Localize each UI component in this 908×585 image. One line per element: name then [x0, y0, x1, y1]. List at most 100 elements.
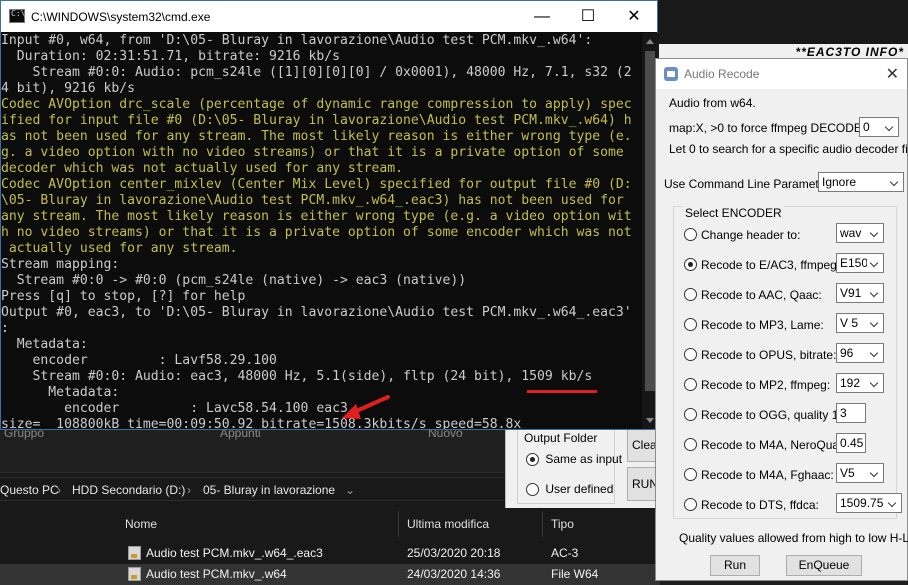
radio-icon[interactable]: [684, 318, 697, 331]
chevron-down-icon[interactable]: [867, 284, 883, 302]
encoder-option[interactable]: Recode to M4A, Fghaac:: [684, 465, 834, 485]
chevron-down-icon[interactable]: [867, 464, 883, 482]
recode-titlebar[interactable]: Audio Recode ✕: [656, 59, 907, 89]
console-line: g. a video option with no video streams)…: [1, 145, 624, 160]
radio-icon[interactable]: [684, 438, 697, 451]
radio-icon[interactable]: [684, 408, 697, 421]
chevron-down-icon[interactable]: [887, 173, 903, 191]
file-name: Audio test PCM.mkv_.w64: [146, 567, 287, 581]
encoder-setting-select[interactable]: V5: [836, 463, 884, 483]
close-button[interactable]: ✕: [611, 1, 657, 32]
console-line: size= 108800kB time=00:09:50.92 bitrate=…: [1, 417, 522, 429]
encoder-setting-select[interactable]: wav: [836, 223, 884, 243]
file-type: AC-3: [551, 546, 579, 560]
radio-icon[interactable]: [684, 288, 697, 301]
file-row[interactable]: Audio test PCM.mkv_.w64_.eac3 25/03/2020…: [0, 543, 660, 564]
radio-icon[interactable]: [526, 483, 539, 497]
console-line: Input #0, w64, from 'D:\05- Bluray in la…: [1, 33, 593, 48]
encoder-setting-select[interactable]: E1509: [836, 253, 884, 273]
encoder-option[interactable]: Recode to M4A, NeroQua 1-0:: [684, 435, 863, 455]
close-icon[interactable]: ✕: [886, 64, 899, 84]
console-line: Stream #0:0 -> #0:0 (pcm_s24le (native) …: [1, 273, 467, 288]
chevron-down-icon[interactable]: ⌄: [345, 483, 355, 497]
encoder-option[interactable]: Change header to:: [684, 225, 834, 245]
chevron-right-icon: ›: [57, 483, 61, 497]
column-header-name[interactable]: Nome: [125, 517, 157, 531]
encoder-option[interactable]: Recode to OGG, quality 10-0:: [684, 405, 859, 425]
column-divider[interactable]: [542, 511, 543, 537]
radio-icon[interactable]: [684, 498, 697, 511]
encoder-setting-value: 96: [840, 346, 854, 360]
cmdline-select[interactable]: Ignore: [818, 172, 904, 192]
audio-recode-dialog: Audio Recode ✕ Audio from w64. map:X, >0…: [655, 58, 908, 581]
breadcrumb-item[interactable]: HDD Secondario (D:): [72, 483, 185, 497]
output-folder-group: Output Folder Same as input User defined: [517, 424, 622, 504]
encoder-setting-select[interactable]: 192: [836, 373, 884, 393]
annotation-underline: [527, 390, 597, 393]
radio-icon[interactable]: [684, 348, 697, 361]
enqueue-button[interactable]: EnQueue: [786, 555, 862, 576]
console-line: \05- Bluray in lavorazione\Audio test PC…: [1, 193, 624, 208]
console-line: encoder : Lavc58.54.100 eac3: [1, 401, 348, 416]
scrollbar-thumb[interactable]: [645, 51, 655, 391]
console-line: Press [q] to stop, [?] for help: [1, 289, 246, 304]
console-line: h no video streams) or that it is a priv…: [1, 225, 632, 240]
same-as-input-option[interactable]: Same as input: [526, 452, 623, 467]
encoder-group-title: Select ENCODER: [683, 206, 784, 220]
column-divider[interactable]: [398, 511, 399, 537]
radio-icon[interactable]: [684, 378, 697, 391]
encoder-setting-select[interactable]: 96: [836, 343, 884, 363]
radio-selected-icon[interactable]: [684, 258, 697, 271]
chevron-down-icon[interactable]: [867, 314, 883, 332]
scroll-down-icon[interactable]: [646, 418, 654, 423]
map-hint: Let 0 to search for a specific audio dec…: [669, 142, 908, 156]
user-defined-option[interactable]: User defined: [526, 482, 613, 497]
radio-icon[interactable]: [684, 468, 697, 481]
console-line: Codec AVOption drc_scale (percentage of …: [1, 97, 632, 112]
radio-icon[interactable]: [684, 228, 697, 241]
chevron-down-icon[interactable]: [867, 254, 883, 272]
encoder-label: Recode to OPUS, bitrate:: [701, 348, 837, 362]
cmd-titlebar[interactable]: C:\WINDOWS\system32\cmd.exe — ☐ ✕: [1, 1, 657, 32]
chevron-down-icon[interactable]: [885, 494, 901, 512]
maximize-button[interactable]: ☐: [565, 1, 611, 32]
cmd-window: C:\WINDOWS\system32\cmd.exe — ☐ ✕ Input …: [0, 0, 658, 430]
encoder-option[interactable]: Recode to E/AC3, ffmpeg:: [684, 255, 840, 275]
chevron-down-icon[interactable]: [867, 344, 883, 362]
encoder-setting-select[interactable]: V91: [836, 283, 884, 303]
file-modified: 24/03/2020 14:36: [407, 567, 501, 581]
chevron-down-icon[interactable]: [867, 224, 883, 242]
breadcrumb-item[interactable]: 05- Bluray in lavorazione: [203, 483, 335, 497]
encoder-setting-input[interactable]: 0.45: [836, 433, 866, 453]
audio-from-label: Audio from w64.: [669, 96, 756, 110]
encoder-option[interactable]: Recode to MP3, Lame:: [684, 315, 834, 335]
run-button[interactable]: Run: [710, 555, 760, 576]
option-label: Same as input: [545, 452, 623, 466]
chevron-right-icon: ›: [187, 483, 191, 497]
chevron-down-icon[interactable]: [867, 374, 883, 392]
encoder-option[interactable]: Recode to DTS, ffdca:: [684, 495, 834, 515]
encoder-setting-input[interactable]: 3: [836, 403, 866, 423]
encoder-option[interactable]: Recode to AAC, Qaac:: [684, 285, 834, 305]
scroll-up-icon[interactable]: [646, 39, 654, 44]
file-row[interactable]: Audio test PCM.mkv_.w64 24/03/2020 14:36…: [0, 564, 660, 585]
column-header-modified[interactable]: Ultima modifica: [407, 517, 489, 531]
encoder-option[interactable]: Recode to OPUS, bitrate:: [684, 345, 837, 365]
map-decoder-select[interactable]: 0: [859, 117, 899, 137]
encoder-setting-value: 192: [840, 376, 861, 390]
encoder-setting-select[interactable]: 1509.75: [836, 493, 902, 513]
console-line: Output #0, eac3, to 'D:\05- Bluray in la…: [1, 305, 632, 320]
radio-selected-icon[interactable]: [526, 453, 539, 467]
map-label: map:X, >0 to force ffmpeg DECODER:: [669, 121, 874, 135]
minimize-button[interactable]: —: [519, 1, 565, 32]
file-modified: 25/03/2020 20:18: [407, 546, 501, 560]
encoder-setting-value: wav: [840, 226, 862, 240]
encoder-option[interactable]: Recode to MP2, ffmpeg:: [684, 375, 834, 395]
encoder-setting-select[interactable]: V 5: [836, 313, 884, 333]
console-output[interactable]: Input #0, w64, from 'D:\05- Bluray in la…: [1, 33, 642, 429]
column-header-type[interactable]: Tipo: [551, 517, 574, 531]
chevron-down-icon[interactable]: [882, 118, 898, 136]
console-line: :: [1, 321, 9, 336]
breadcrumb-item[interactable]: Questo PC: [0, 483, 59, 497]
encoder-setting-value: 3: [840, 406, 847, 420]
